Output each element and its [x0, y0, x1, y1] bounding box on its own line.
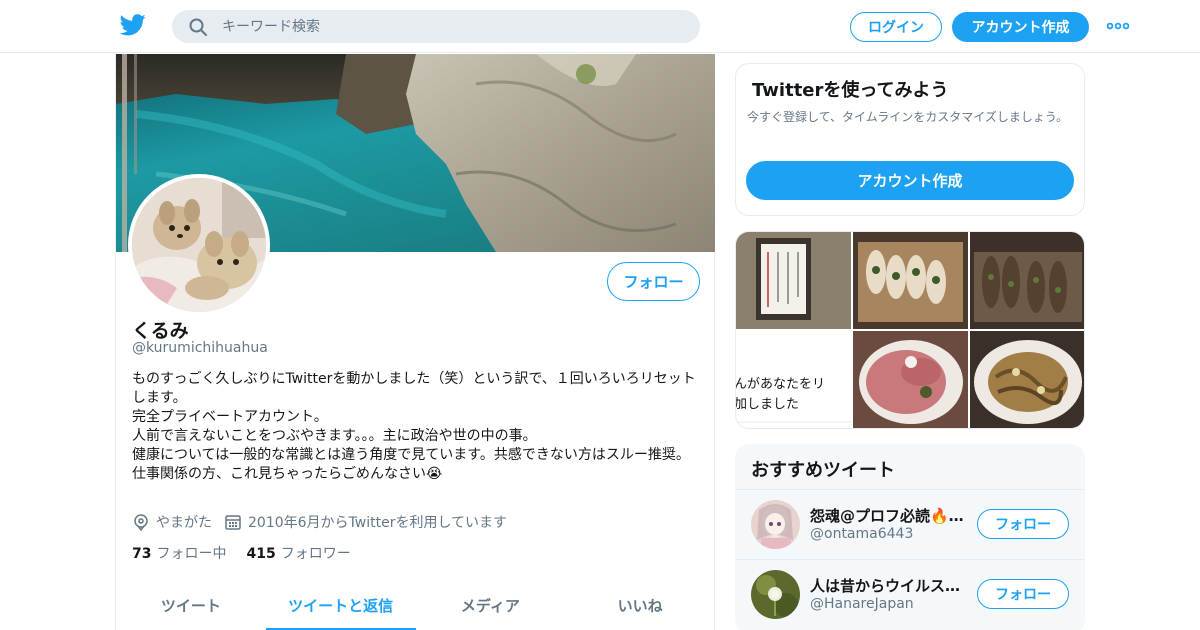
signup-card: Twitterを使ってみよう 今すぐ登録して、タイムラインをカスタマイズしましょ… — [735, 63, 1085, 216]
following-stat[interactable]: 73 フォロー中 — [132, 543, 226, 563]
avatar[interactable] — [751, 570, 800, 619]
recommended-title: おすすめツイート — [751, 460, 895, 481]
profile-column: フォロー くるみ @kurumichihuahua ものすっごく久しぶりにTwi… — [115, 54, 715, 630]
bio-line: 健康については一般的な常識とは違う角度で見ています。共感できない方はスルー推奨。 — [132, 447, 690, 463]
profile-stats: 73 フォロー中 415 フォロワー — [132, 543, 371, 563]
profile-joined: 2010年6月からTwitterを利用しています — [224, 512, 507, 532]
signup-card-title: Twitterを使ってみよう — [752, 80, 949, 101]
profile-bio: ものすっごく久しぶりにTwitterを動かしました（笑）という訳で、１回いろいろ… — [132, 370, 706, 484]
top-navigation-bar: ログイン アカウント作成 — [0, 0, 1200, 53]
following-label: フォロー中 — [156, 546, 227, 562]
recommended-handle[interactable]: @HanareJapan — [810, 596, 914, 612]
followers-stat[interactable]: 415 フォロワー — [246, 543, 350, 563]
recommended-follow-button[interactable]: フォロー — [977, 579, 1069, 609]
recommended-account-row[interactable]: 怨魂@プロフ必読🔥… @ontama6443 フォロー — [735, 489, 1085, 558]
avatar[interactable] — [751, 500, 800, 549]
twitter-bird-icon[interactable] — [120, 13, 146, 37]
search-icon — [189, 18, 207, 36]
media-text-line: 加しました — [736, 397, 799, 412]
media-thumbnail[interactable] — [853, 232, 968, 329]
profile-meta: やまがた 2010年6月からTwitterを利用しています — [132, 512, 519, 532]
followers-count: 415 — [246, 546, 276, 562]
media-text-line: んがあなたをリ — [736, 377, 825, 392]
followers-label: フォロワー — [280, 546, 351, 562]
tab-tweets-and-replies[interactable]: ツイートと返信 — [265, 580, 416, 630]
following-count: 73 — [132, 546, 152, 562]
search-bar — [172, 10, 700, 43]
recommended-follow-button[interactable]: フォロー — [977, 509, 1069, 539]
bio-line: 人前で言えないことをつぶやきます。。。主に政治や世の中の事。 — [132, 428, 537, 444]
media-thumbnail[interactable] — [970, 331, 1085, 429]
signup-card-description: 今すぐ登録して、タイムラインをカスタマイズしましょう。 — [747, 110, 1069, 124]
bio-line: ものすっごく久しぶりにTwitterを動かしました（笑）という訳で、１回いろいろ… — [132, 371, 696, 406]
media-thumbnail[interactable] — [970, 232, 1085, 329]
signup-card-button[interactable]: アカウント作成 — [746, 161, 1074, 200]
recommended-handle[interactable]: @ontama6443 — [810, 526, 913, 542]
tab-media[interactable]: メディア — [416, 580, 566, 630]
recommended-name[interactable]: 怨魂@プロフ必読🔥… — [810, 505, 970, 526]
profile-name: くるみ — [132, 320, 189, 342]
media-grid: んがあなたをリ 加しました — [735, 231, 1085, 429]
location-icon — [134, 514, 148, 531]
profile-location: やまがた — [132, 512, 212, 532]
more-dots-icon[interactable] — [1106, 18, 1130, 34]
recommended-name[interactable]: 人は昔からウイルス… — [810, 575, 970, 596]
media-thumbnail[interactable] — [853, 331, 968, 429]
calendar-icon — [225, 515, 241, 530]
bio-line: 完全プライベートアカウント。 — [132, 409, 328, 425]
login-button[interactable]: ログイン — [850, 12, 942, 42]
media-thumbnail[interactable] — [736, 232, 851, 329]
recommended-account-row[interactable]: 人は昔からウイルス… @HanareJapan フォロー — [735, 559, 1085, 628]
recommended-tweets-card: おすすめツイート 怨魂@プロフ必読🔥… @ontama6443 フォロー 人は昔… — [735, 444, 1085, 630]
location-text: やまがた — [156, 515, 212, 531]
bio-line: 仕事関係の方、これ見ちゃったらごめんなさい😭 — [132, 466, 443, 482]
tab-likes[interactable]: いいね — [565, 580, 715, 630]
search-input[interactable] — [222, 16, 672, 38]
signup-button[interactable]: アカウント作成 — [952, 12, 1089, 42]
follow-button[interactable]: フォロー — [607, 262, 700, 301]
tab-tweets[interactable]: ツイート — [116, 580, 266, 630]
profile-avatar[interactable] — [128, 174, 270, 316]
profile-tabs: ツイート ツイートと返信 メディア いいね — [116, 580, 715, 630]
profile-handle[interactable]: @kurumichihuahua — [132, 340, 268, 356]
joined-text: 2010年6月からTwitterを利用しています — [248, 515, 508, 531]
